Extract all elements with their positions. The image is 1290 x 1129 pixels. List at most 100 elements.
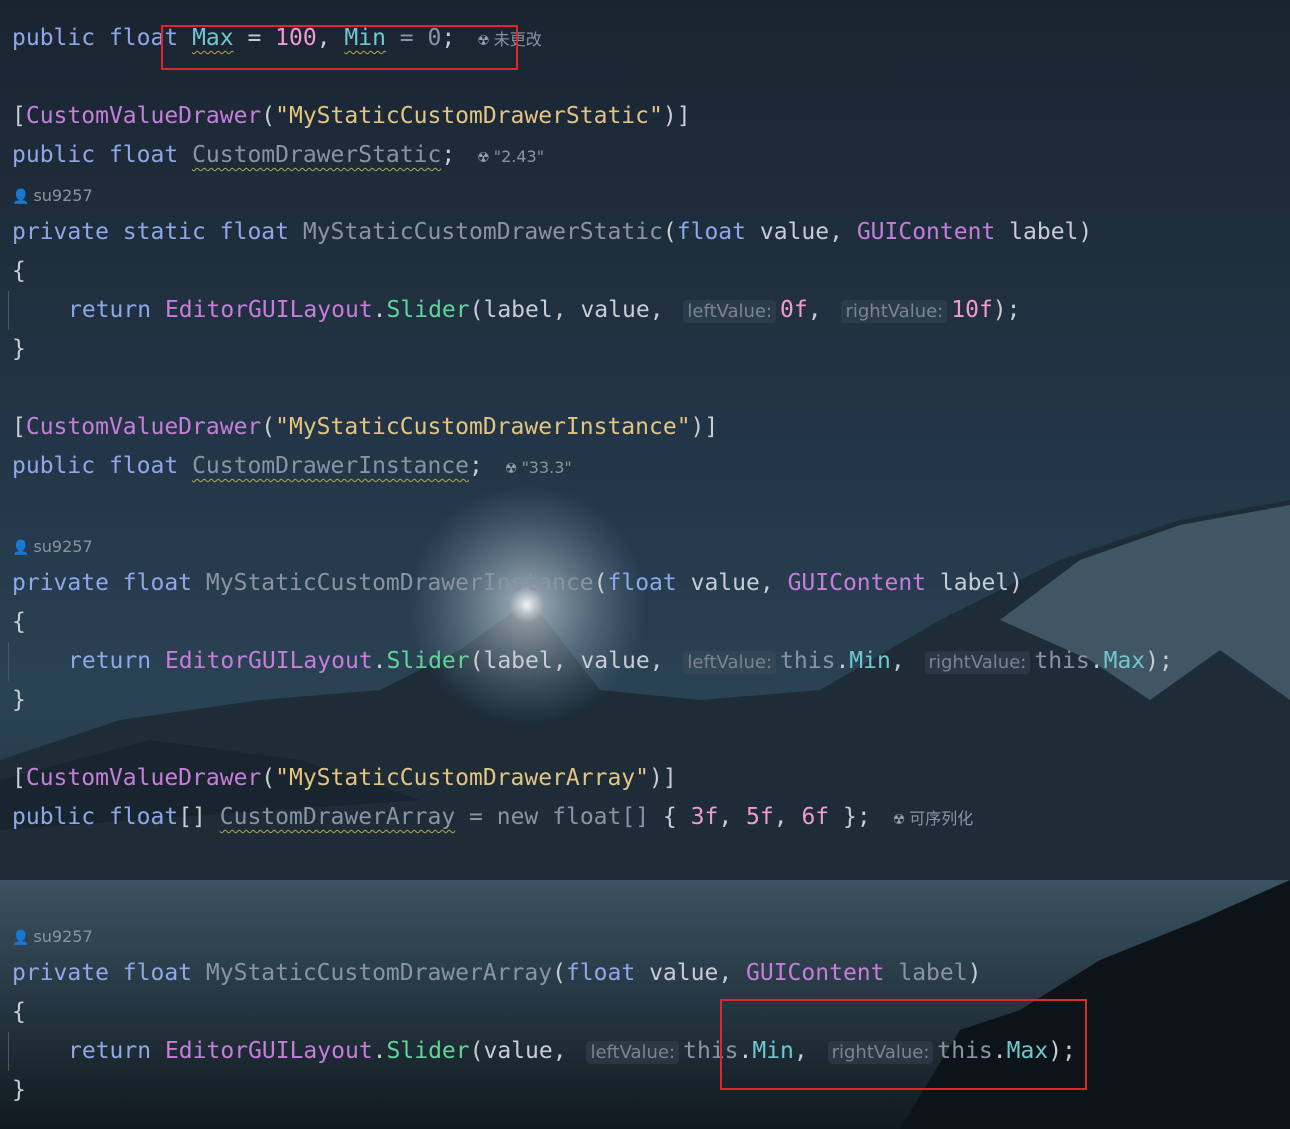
method-call[interactable]: Slider <box>387 297 470 323</box>
method-call[interactable]: Slider <box>387 1038 470 1064</box>
type-name[interactable]: GUIContent <box>746 960 884 986</box>
keyword: public <box>12 804 96 830</box>
token: ( <box>469 1038 484 1064</box>
keyword: float <box>676 219 746 245</box>
author-lens[interactable]: 👤 su9257 <box>12 184 93 208</box>
inlay-hint-left: leftValue: <box>586 1041 680 1064</box>
this-keyword: this <box>1034 648 1090 674</box>
field-ref-min[interactable]: Min <box>849 648 891 674</box>
token: . <box>372 648 387 674</box>
method-name[interactable]: MyStaticCustomDrawerStatic <box>303 219 663 245</box>
keyword: private <box>12 570 109 596</box>
code-line-method-sig: private static float MyStaticCustomDrawe… <box>12 213 1092 252</box>
token: ( <box>469 297 484 323</box>
type-name[interactable]: GUIContent <box>788 570 926 596</box>
code-line-field-decl: public float CustomDrawerInstance; ☢ "33.3… <box>12 447 572 486</box>
param-value: value <box>759 219 830 245</box>
token: [] <box>178 804 206 830</box>
attribute-name[interactable]: CustomValueDrawer <box>26 765 261 791</box>
indent-guide <box>8 291 9 330</box>
method-call[interactable]: Slider <box>387 648 470 674</box>
code-editor[interactable]: public float Max = 100, Min = 0; ☢ 未更改 [Cu… <box>0 0 1290 1129</box>
string-literal: "MyStaticCustomDrawerInstance" <box>275 414 691 440</box>
code-line-brace: } <box>12 330 26 369</box>
code-line-method-sig: private float MyStaticCustomDrawerArray(… <box>12 954 981 993</box>
token: ( <box>261 103 276 129</box>
string-literal: "MyStaticCustomDrawerArray" <box>275 765 649 791</box>
method-name[interactable]: MyStaticCustomDrawerInstance <box>206 570 594 596</box>
keyword: float <box>219 219 289 245</box>
author-lens[interactable]: 👤 su9257 <box>12 925 93 949</box>
inlay-hint-left: leftValue: <box>683 651 777 674</box>
class-name[interactable]: EditorGUILayout <box>165 297 373 323</box>
keyword: return <box>68 1038 152 1064</box>
unity-annotation[interactable]: ☢ 可序列化 <box>893 809 974 828</box>
token: ( <box>593 570 608 596</box>
token: )] <box>690 414 719 440</box>
keyword: float <box>122 570 193 596</box>
attribute-name[interactable]: CustomValueDrawer <box>26 414 261 440</box>
token: { <box>662 804 677 830</box>
author-lens[interactable]: 👤 su9257 <box>12 535 93 559</box>
token: ( <box>662 219 677 245</box>
author-name: su9257 <box>33 537 93 556</box>
field-ref-max[interactable]: Max <box>1104 648 1146 674</box>
param-label: label <box>898 960 968 986</box>
keyword: float <box>565 960 636 986</box>
method-name[interactable]: MyStaticCustomDrawerArray <box>206 960 552 986</box>
inlay-hint-left: leftValue: <box>683 300 777 323</box>
token: ; <box>441 142 456 168</box>
keyword: new <box>496 804 539 830</box>
number-literal: 5f <box>746 804 774 830</box>
unity-annotation[interactable]: ☢ "33.3" <box>505 458 572 477</box>
token: )] <box>649 765 677 791</box>
code-line-brace: } <box>12 681 26 720</box>
number-literal: 0f <box>780 297 808 323</box>
indent-guide <box>8 642 9 681</box>
token: , <box>718 804 747 830</box>
token: , <box>807 297 836 323</box>
code-line-method-sig: private float MyStaticCustomDrawerInstan… <box>12 564 1023 603</box>
keyword: return <box>68 648 152 674</box>
field-name[interactable]: CustomDrawerInstance <box>192 453 469 479</box>
token: ); <box>992 297 1021 323</box>
type-name[interactable]: GUIContent <box>857 219 995 245</box>
keyword: public <box>12 142 96 168</box>
number-literal: 10f <box>951 297 993 323</box>
token: , <box>829 219 857 245</box>
code-line-field-decl: public float[] CustomDrawerArray = new f… <box>12 798 973 837</box>
code-line-brace: } <box>12 1071 26 1110</box>
person-icon: 👤 <box>12 189 30 205</box>
keyword: float <box>108 804 179 830</box>
token: } <box>12 336 26 362</box>
class-name[interactable]: EditorGUILayout <box>165 648 373 674</box>
token: { <box>12 609 26 635</box>
annotation-text: "33.3" <box>521 458 572 477</box>
token: [ <box>12 414 26 440</box>
token: , <box>552 1038 581 1064</box>
class-name[interactable]: EditorGUILayout <box>165 1038 373 1064</box>
token: ( <box>469 648 484 674</box>
token: , <box>718 960 747 986</box>
radiation-icon: ☢ <box>477 150 490 166</box>
token: ) <box>1078 219 1093 245</box>
token: ) <box>1009 570 1024 596</box>
field-name[interactable]: CustomDrawerStatic <box>192 142 441 168</box>
token: . <box>372 1038 387 1064</box>
unity-annotation[interactable]: ☢ "2.43" <box>477 147 544 166</box>
person-icon: 👤 <box>12 930 30 946</box>
field-name[interactable]: CustomDrawerArray <box>220 804 455 830</box>
this-keyword: this <box>780 648 836 674</box>
code-line-attribute: [CustomValueDrawer("MyStaticCustomDrawer… <box>12 408 718 447</box>
token: . <box>372 297 387 323</box>
keyword: float <box>607 570 677 596</box>
token: } <box>843 804 857 830</box>
keyword: public <box>12 25 96 51</box>
token: . <box>1089 648 1104 674</box>
keyword: private <box>12 219 109 245</box>
author-name: su9257 <box>33 186 93 205</box>
arg-value: value <box>580 297 650 323</box>
attribute-name[interactable]: CustomValueDrawer <box>26 103 261 129</box>
token: . <box>835 648 850 674</box>
token: , <box>649 648 678 674</box>
